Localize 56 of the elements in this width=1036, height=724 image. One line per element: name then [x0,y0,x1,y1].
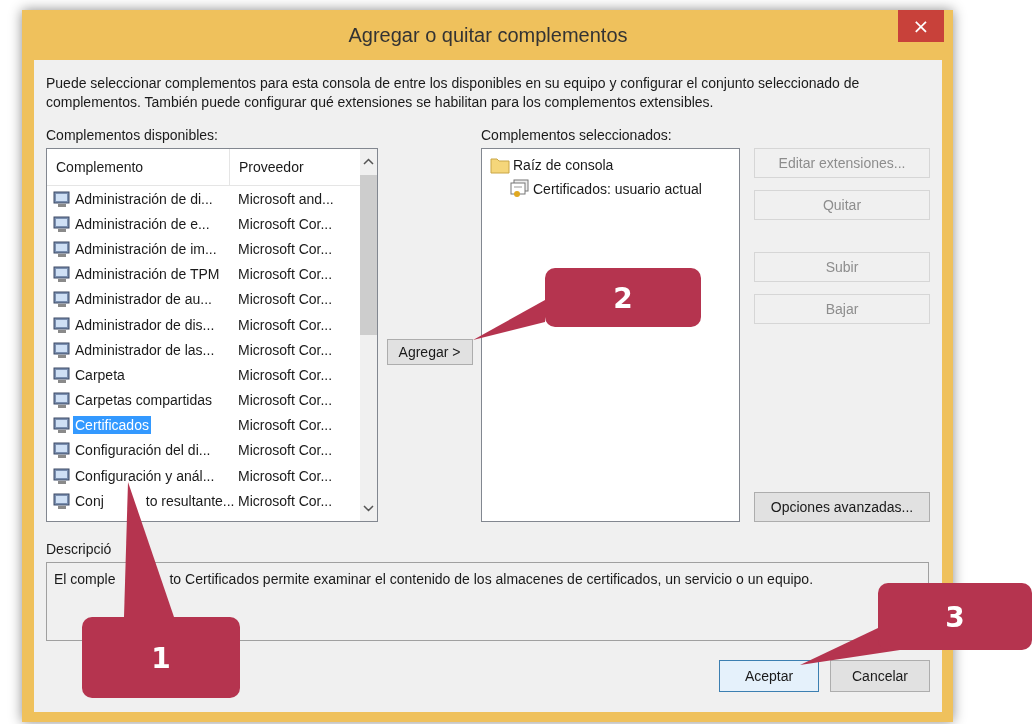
vendor-cell-text: Microsoft Cor... [237,215,334,232]
snapin-icon [52,188,72,209]
snapin-name[interactable]: Carpetas compartidas [73,391,214,410]
snapin-name[interactable]: Administrador de las... [73,340,217,359]
vendor-cell-text: Microsoft Cor... [237,291,334,308]
snapin-name[interactable]: Administración de im... [73,239,219,258]
add-button[interactable]: Agregar > [386,338,473,365]
dialog-button[interactable]: Aceptar [719,660,819,692]
intro-text: Puede seleccionar complementos para esta consola de entre los disponibles en su equipo y configurar el conjunto seleccionado de complementos. También puede configurar qué extensiones se habilitan para los complementos extensibles. [46,74,861,112]
snapin-name[interactable]: to resultante... [143,491,237,510]
vendor-cell-text: Microsoft and... [237,190,335,207]
vendor-cell-text: Microsoft Cor... [237,417,334,434]
snapin-icon [52,238,72,259]
scrollbar[interactable] [360,149,377,521]
snapin-name[interactable]: Configuración del di... [73,441,213,460]
column-header[interactable]: Proveedor [230,149,360,185]
column-header[interactable]: Complemento [47,149,230,185]
snapin-icon [52,339,72,360]
snapin-icon [52,289,72,310]
vendor-cell-text: Microsoft Cor... [237,341,334,358]
window-title: Agregar o quitar complementos [348,23,628,47]
dialog-button[interactable]: Cancelar [830,660,930,692]
snapin-name[interactable]: Administrador de dis... [73,315,217,334]
certificate-icon [510,179,530,199]
snapin-icon [52,314,72,335]
snapin-icon [52,440,72,461]
tree-item[interactable]: Raíz de consola [513,157,614,173]
vendor-cell-text: Microsoft Cor... [237,467,334,484]
snapin-name[interactable]: Administración de TPM [73,265,222,284]
vendor-cell-text: Microsoft Cor... [237,240,334,257]
tree-item[interactable]: Certificados: usuario actual [533,181,702,197]
snapin-icon [52,415,72,436]
vendor-cell-text: Microsoft Cor... [237,366,334,383]
snapin-icon [52,390,72,411]
vendor-cell-text: Microsoft Cor... [237,266,334,283]
snapin-icon [52,465,72,486]
advanced-options-button[interactable]: Opciones avanzadas... [754,492,930,522]
description-text: El comple [54,571,116,587]
description-label: Descripció [46,540,113,558]
selected-label: Complementos seleccionados: [481,126,673,144]
vendor-cell-text: Microsoft Cor... [237,392,334,409]
snapin-name[interactable]: Administración de e... [73,214,212,233]
snapin-icon [52,364,72,385]
snapin-name[interactable]: Administración de di... [73,189,215,208]
snapin-name[interactable]: Administrador de au... [73,290,214,309]
folder-icon [490,156,510,174]
close-button[interactable]: × [898,10,944,42]
vendor-cell-text: Microsoft Cor... [237,442,334,459]
vendor-cell-text: Microsoft Cor... [237,316,334,333]
snapin-icon [52,213,72,234]
snapin-name[interactable]: Carpeta [73,365,127,384]
snapin-name[interactable]: Conj [73,491,106,510]
available-label: Complementos disponibles: [46,126,219,144]
snapin-name[interactable]: Configuración y anál... [73,466,217,485]
snapin-icon [52,490,72,511]
snapin-icon [52,264,72,285]
